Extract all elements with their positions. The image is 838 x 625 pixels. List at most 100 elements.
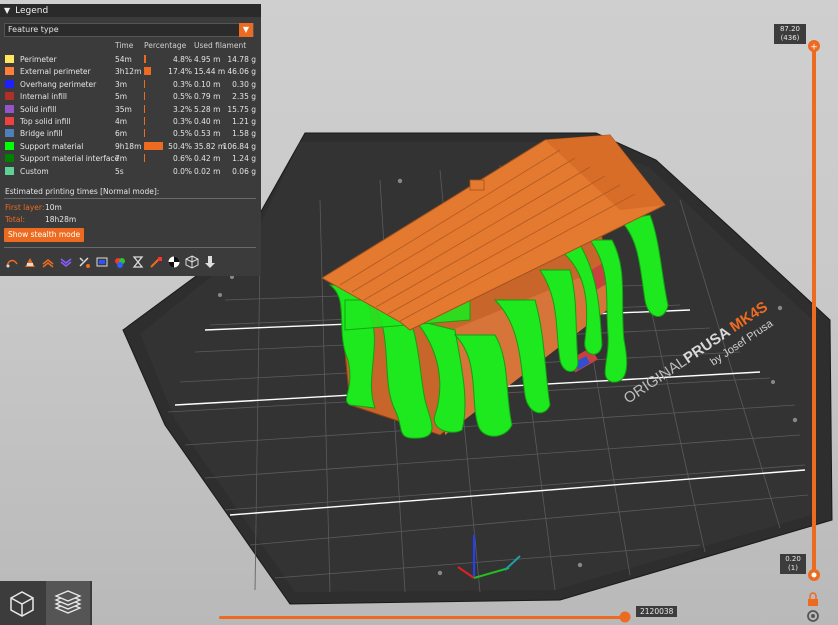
legend-row[interactable]: Custom 5s 0.0% 0.02 m 0.06 g <box>0 166 261 178</box>
center-of-gravity-icon[interactable] <box>166 254 182 270</box>
legend-toolbar <box>4 254 254 270</box>
feature-name: Internal infill <box>20 92 68 102</box>
feature-name: Perimeter <box>20 55 57 64</box>
legend-row[interactable]: Bridge infill 6m 0.5% 0.53 m 1.58 g <box>0 128 261 140</box>
bottom-layer: (1) <box>788 564 798 572</box>
percentage-bar <box>144 104 146 113</box>
feature-percentage: 3.2% <box>172 104 192 114</box>
travel-icon[interactable] <box>4 254 20 270</box>
feature-percentage: 0.5% <box>172 129 192 139</box>
move-slider[interactable] <box>219 611 631 623</box>
deretractions-icon[interactable] <box>58 254 74 270</box>
legend-row[interactable]: Perimeter 54m 4.8% 4.95 m 14.78 g <box>0 54 261 66</box>
legend-color-swatch <box>5 129 14 138</box>
legend-row[interactable]: Support material interface 7m 0.6% 0.42 m 1.… <box>0 153 261 165</box>
feature-time: 5s <box>115 166 124 176</box>
feature-name: Support material <box>20 141 84 151</box>
3d-view-icon <box>10 591 34 617</box>
feature-weight: 0.30 g <box>232 79 256 89</box>
col-used-filament: Used filament <box>194 41 247 50</box>
show-stealth-mode-button[interactable]: Show stealth mode <box>4 228 85 242</box>
tool-changes-icon[interactable] <box>94 254 110 270</box>
percentage-bar <box>144 55 146 63</box>
feature-length: 35.82 m <box>194 141 226 151</box>
legend-color-swatch <box>5 67 14 76</box>
feature-time: 54m <box>115 55 132 64</box>
layer-bottom-label: 0.20 (1) <box>780 554 806 574</box>
legend-row[interactable]: Support material 9h18m 50.4% 35.82 m 106.84 … <box>0 141 261 153</box>
feature-name: Custom <box>20 166 49 176</box>
gear-icon[interactable] <box>807 610 819 622</box>
tool-marker-icon[interactable] <box>202 254 218 270</box>
col-time: Time <box>115 41 134 50</box>
feature-name: Overhang perimeter <box>20 79 97 89</box>
feature-percentage: 0.3% <box>172 116 192 126</box>
total-value: 18h28m <box>45 215 77 224</box>
feature-length: 15.44 m <box>194 67 226 77</box>
legend-column-headers: Time Percentage Used filament <box>0 41 261 51</box>
seams-icon[interactable] <box>76 254 92 270</box>
feature-weight: 2.35 g <box>232 92 256 102</box>
legend-row[interactable]: External perimeter 3h12m 17.4% 15.44 m 46.06… <box>0 66 261 78</box>
feature-percentage: 17.4% <box>168 67 192 77</box>
move-slider-thumb[interactable] <box>619 611 631 623</box>
pause-icon[interactable] <box>130 254 146 270</box>
preview-layers-button[interactable] <box>46 581 90 625</box>
feature-percentage: 4.8% <box>172 55 192 64</box>
legend-row[interactable]: Top solid infill 4m 0.3% 0.40 m 1.21 g <box>0 116 261 128</box>
feature-length: 0.53 m <box>194 129 221 139</box>
feature-weight: 106.84 g <box>222 141 256 151</box>
3d-view-button[interactable] <box>0 581 44 625</box>
legend-rows: Perimeter 54m 4.8% 4.95 m 14.78 g External pe… <box>0 54 261 178</box>
top-height: 87.20 <box>779 25 801 33</box>
estimated-times-label: Estimated printing times [Normal mode]: <box>5 187 160 196</box>
feature-weight: 46.06 g <box>227 67 256 77</box>
feature-name: Support material interface <box>20 154 120 164</box>
first-layer-value: 10m <box>45 203 62 212</box>
feature-time: 5m <box>115 92 128 102</box>
custom-gcode-icon[interactable] <box>148 254 164 270</box>
feature-percentage: 0.0% <box>172 166 192 176</box>
view-buttons <box>0 581 92 625</box>
feature-length: 0.42 m <box>194 154 221 164</box>
legend-color-swatch <box>5 55 14 63</box>
feature-weight: 1.58 g <box>232 129 256 139</box>
feature-time: 7m <box>115 154 128 164</box>
shells-icon[interactable] <box>184 254 200 270</box>
feature-name: External perimeter <box>20 67 91 77</box>
lock-icon[interactable] <box>808 592 818 606</box>
feature-name: Bridge infill <box>20 129 63 139</box>
view-type-select[interactable]: Feature type ▼ <box>4 23 254 37</box>
feature-name: Top solid infill <box>20 116 71 126</box>
feature-time: 9h18m <box>115 141 142 151</box>
col-percentage: Percentage <box>144 41 187 50</box>
legend-row[interactable]: Solid infill 35m 3.2% 5.28 m 15.75 g <box>0 104 261 116</box>
feature-weight: 1.21 g <box>232 116 256 126</box>
color-changes-icon[interactable] <box>112 254 128 270</box>
wipe-icon[interactable] <box>22 254 38 270</box>
legend-color-swatch <box>5 104 14 113</box>
feature-weight: 15.75 g <box>227 104 256 114</box>
top-layer: (436) <box>780 34 800 42</box>
legend-color-swatch <box>5 166 14 175</box>
percentage-bar <box>144 141 164 150</box>
retractions-icon[interactable] <box>40 254 56 270</box>
feature-percentage: 50.4% <box>168 141 192 151</box>
legend-header[interactable]: ▼ Legend <box>0 4 261 17</box>
feature-length: 4.95 m <box>194 55 221 64</box>
feature-name: Solid infill <box>20 104 57 114</box>
feature-length: 0.02 m <box>194 166 221 176</box>
feature-time: 3m <box>115 79 128 89</box>
total-label: Total: <box>5 215 26 224</box>
legend-row[interactable]: Internal infill 5m 0.5% 0.79 m 2.35 g <box>0 91 261 103</box>
divider <box>4 247 256 248</box>
chevron-down-icon[interactable]: ▼ <box>239 23 253 37</box>
feature-weight: 1.24 g <box>232 154 256 164</box>
legend-color-swatch <box>5 116 14 125</box>
feature-percentage: 0.5% <box>172 92 192 102</box>
legend-color-swatch <box>5 79 14 88</box>
legend-color-swatch <box>5 92 14 101</box>
collapse-triangle-icon[interactable]: ▼ <box>4 6 10 15</box>
legend-row[interactable]: Overhang perimeter 3m 0.3% 0.10 m 0.30 g <box>0 79 261 91</box>
divider <box>4 198 256 199</box>
